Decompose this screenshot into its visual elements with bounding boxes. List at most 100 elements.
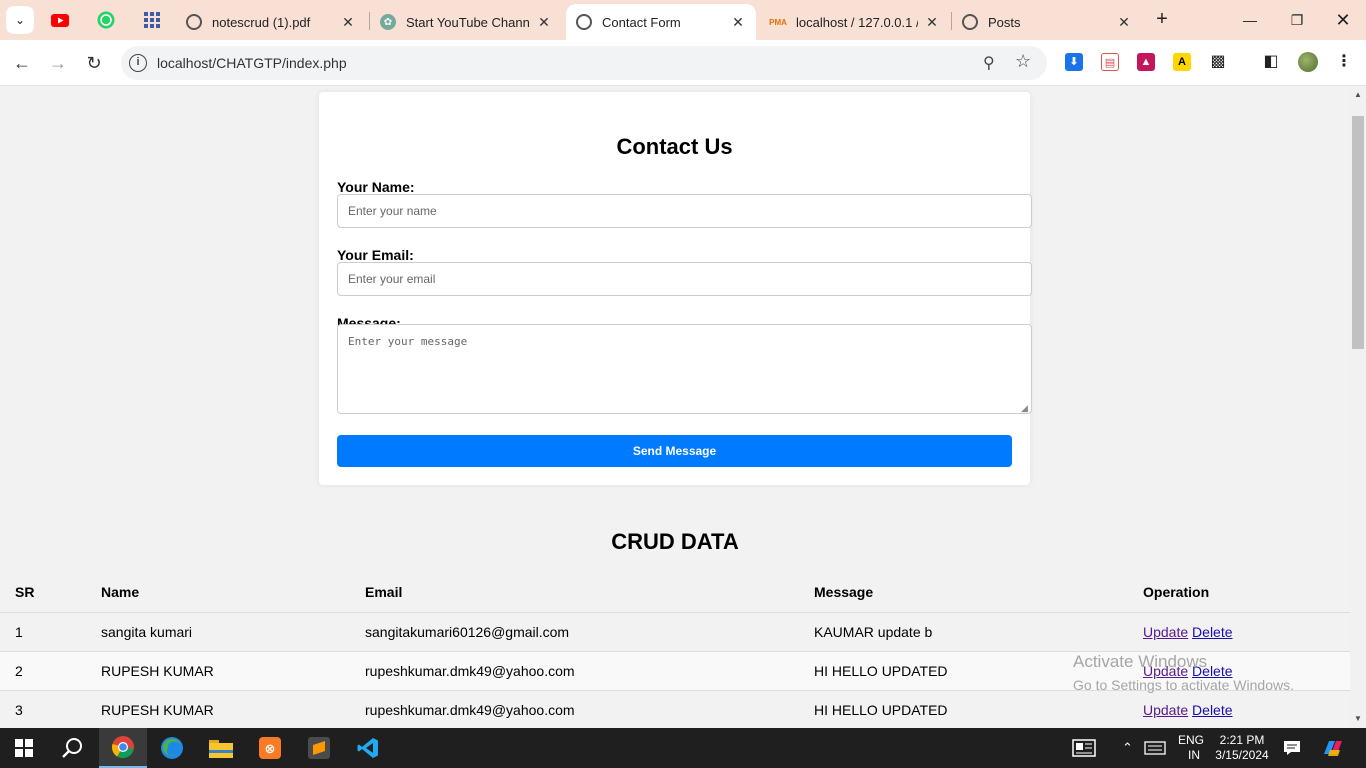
cell-name: RUPESH KUMAR: [86, 690, 350, 728]
email-input[interactable]: [337, 262, 1032, 296]
clock-time: 2:21 PM: [1219, 733, 1265, 747]
download-extension-icon[interactable]: ⬇: [1065, 53, 1083, 71]
file-explorer-taskbar-button[interactable]: [197, 728, 245, 768]
tab-title: localhost / 127.0.0.1 / t: [796, 14, 918, 30]
scroll-up-arrow-icon[interactable]: ▲: [1354, 90, 1362, 99]
page-viewport: Contact Us Your Name: Your Email: Messag…: [0, 86, 1350, 728]
image-extension-icon[interactable]: ▲: [1137, 53, 1155, 71]
cell-email: sangitakumari60126@gmail.com: [350, 612, 799, 652]
table-row: 3 RUPESH KUMAR rupeshkumar.dmk49@yahoo.c…: [0, 690, 1350, 728]
language-indicator[interactable]: ENG IN: [1178, 728, 1204, 768]
delete-link[interactable]: Delete: [1192, 702, 1232, 718]
update-link[interactable]: Update: [1143, 624, 1188, 640]
address-bar[interactable]: i localhost/CHATGTP/index.php ⚲ ☆: [121, 46, 1047, 80]
tab-phpmyadmin[interactable]: PMA localhost / 127.0.0.1 / t ✕: [760, 4, 950, 40]
minimize-icon[interactable]: —: [1238, 8, 1262, 32]
email-label: Your Email:: [337, 247, 414, 263]
restore-icon[interactable]: ❐: [1285, 8, 1309, 32]
clock-date: 3/15/2024: [1215, 748, 1269, 762]
tab-title: Contact Form: [602, 14, 681, 30]
news-widget-icon[interactable]: [1072, 728, 1096, 768]
close-tab-icon[interactable]: ✕: [340, 14, 356, 31]
vscode-taskbar-button[interactable]: [344, 728, 392, 768]
phpmyadmin-icon: PMA: [769, 17, 787, 27]
search-icon: [62, 738, 82, 758]
tab-title: Posts: [988, 14, 1021, 30]
start-button[interactable]: [0, 728, 48, 768]
globe-icon: [186, 14, 202, 30]
cell-sr: 2: [0, 651, 86, 691]
close-tab-icon[interactable]: ✕: [536, 14, 552, 31]
cell-sr: 3: [0, 690, 86, 728]
chrome-taskbar-button[interactable]: [99, 728, 147, 768]
reload-icon[interactable]: ↻: [82, 51, 106, 75]
extensions-puzzle-icon[interactable]: ▩: [1209, 53, 1227, 71]
chrome-menu-icon[interactable]: ⋮: [1335, 53, 1353, 71]
close-tab-icon[interactable]: ✕: [730, 14, 746, 31]
message-textarea[interactable]: [337, 324, 1032, 414]
header-email: Email: [350, 573, 799, 613]
apps-pinned-tab[interactable]: [140, 8, 164, 32]
xampp-taskbar-button[interactable]: ⊗: [246, 728, 294, 768]
header-message: Message: [799, 573, 1128, 613]
tab-search-chevron-icon[interactable]: ⌄: [6, 6, 34, 34]
sublime-taskbar-button[interactable]: [295, 728, 343, 768]
header-operation: Operation: [1128, 573, 1350, 613]
whatsapp-icon: [97, 11, 115, 29]
send-message-button[interactable]: Send Message: [337, 435, 1012, 467]
keyboard-icon[interactable]: [1144, 728, 1166, 768]
bookmark-star-icon[interactable]: ☆: [1015, 51, 1031, 72]
url-text[interactable]: localhost/CHATGTP/index.php: [157, 55, 347, 71]
clock[interactable]: 2:21 PM 3/15/2024: [1214, 728, 1270, 768]
side-panel-icon[interactable]: ◧: [1262, 53, 1280, 71]
calendar-extension-icon[interactable]: ▤: [1101, 53, 1119, 71]
youtube-pinned-tab[interactable]: [48, 8, 72, 32]
crud-table: SR Name Email Message Operation 1 sangit…: [0, 573, 1350, 728]
whatsapp-pinned-tab[interactable]: [94, 8, 118, 32]
close-window-icon[interactable]: ✕: [1331, 8, 1355, 32]
update-link[interactable]: Update: [1143, 702, 1188, 718]
cell-email: rupeshkumar.dmk49@yahoo.com: [350, 651, 799, 691]
apps-grid-icon: [144, 12, 160, 28]
svg-text:⊗: ⊗: [265, 742, 276, 757]
copilot-icon[interactable]: [1322, 728, 1344, 768]
new-tab-plus-icon[interactable]: +: [1150, 8, 1174, 32]
chrome-icon: [111, 736, 134, 759]
browser-toolbar: ← → ↻ i localhost/CHATGTP/index.php ⚲ ☆ …: [0, 40, 1366, 86]
forward-arrow-icon[interactable]: →: [46, 51, 70, 75]
tab-title: notescrud (1).pdf: [212, 14, 311, 30]
grammar-extension-icon[interactable]: A: [1173, 53, 1191, 71]
resize-grip-icon[interactable]: ◢: [1021, 403, 1028, 414]
back-arrow-icon[interactable]: ←: [10, 51, 34, 75]
tab-notescrud[interactable]: notescrud (1).pdf ✕: [176, 4, 366, 40]
cell-operation: Update Delete: [1128, 612, 1350, 652]
lang-region: IN: [1188, 748, 1200, 762]
tab-posts[interactable]: Posts ✕: [952, 4, 1142, 40]
scrollbar-thumb[interactable]: [1352, 116, 1364, 349]
header-name: Name: [86, 573, 350, 613]
chatgpt-icon: ✿: [380, 14, 396, 30]
activate-windows-watermark: Activate Windows: [1073, 652, 1208, 671]
edge-icon: [161, 737, 183, 759]
close-tab-icon[interactable]: ✕: [1116, 14, 1132, 31]
site-info-icon[interactable]: i: [129, 54, 147, 72]
page-scrollbar[interactable]: ▲ ▼: [1350, 86, 1366, 728]
tab-title: Start YouTube Channel: [406, 14, 530, 30]
crud-title: CRUD DATA: [611, 529, 739, 554]
tray-chevron-up-icon[interactable]: ⌃: [1122, 728, 1133, 768]
tab-start-youtube-channel[interactable]: ✿ Start YouTube Channel ✕: [370, 4, 562, 40]
search-button[interactable]: [48, 728, 96, 768]
notifications-icon[interactable]: [1283, 728, 1301, 768]
profile-avatar[interactable]: [1298, 52, 1318, 72]
cell-name: sangita kumari: [86, 612, 350, 652]
scroll-down-arrow-icon[interactable]: ▼: [1354, 714, 1362, 723]
close-tab-icon[interactable]: ✕: [924, 14, 940, 31]
delete-link[interactable]: Delete: [1192, 624, 1232, 640]
name-input[interactable]: [337, 194, 1032, 228]
cell-email: rupeshkumar.dmk49@yahoo.com: [350, 690, 799, 728]
tab-contact-form[interactable]: Contact Form ✕: [566, 4, 756, 40]
tab-strip: ⌄ notescrud (1).pdf ✕ ✿ Start YouTube Ch…: [0, 0, 1366, 40]
zoom-magnifier-icon[interactable]: ⚲: [983, 53, 995, 73]
edge-taskbar-button[interactable]: [148, 728, 196, 768]
contact-form-card: Contact Us Your Name: Your Email: Messag…: [319, 92, 1032, 485]
